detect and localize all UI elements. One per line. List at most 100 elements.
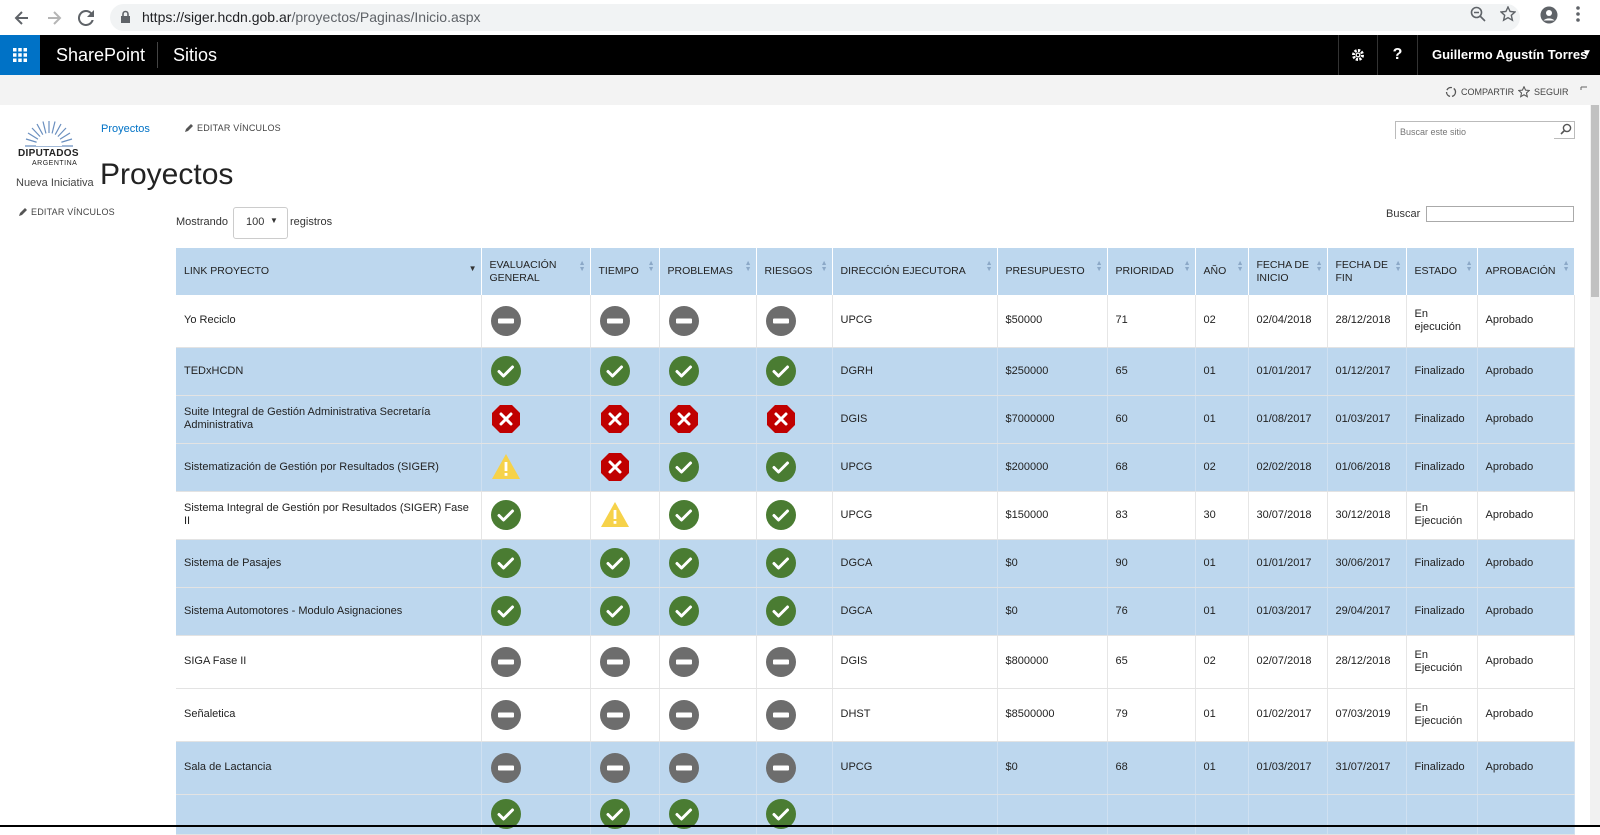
cell-estado: En ejecución bbox=[1406, 295, 1478, 348]
forward-icon[interactable] bbox=[42, 6, 66, 30]
cell-inicio: 01/02/2017 bbox=[1248, 688, 1328, 742]
cell-fin bbox=[1327, 794, 1407, 835]
project-link[interactable]: Sistema de Pasajes bbox=[176, 539, 482, 588]
cell-estado: Finalizado bbox=[1406, 587, 1478, 636]
table-search-input[interactable] bbox=[1426, 206, 1574, 222]
status-cell-tiempo bbox=[590, 295, 660, 348]
search-icon[interactable] bbox=[1560, 123, 1572, 135]
bookmark-star-icon[interactable] bbox=[1499, 5, 1517, 27]
table-row[interactable] bbox=[176, 794, 1575, 835]
cell-presupuesto: $0 bbox=[997, 539, 1108, 588]
project-link[interactable]: TEDxHCDN bbox=[176, 347, 482, 396]
site-search-input[interactable] bbox=[1396, 124, 1554, 140]
status-cell-riesgos bbox=[756, 347, 833, 396]
header-label: RIESGOS bbox=[764, 265, 813, 277]
user-name[interactable]: Guillermo Agustín Torres bbox=[1432, 47, 1587, 62]
quicklaunch-edit-links[interactable]: EDITAR VÍNCULOS bbox=[18, 207, 115, 217]
zoom-icon[interactable] bbox=[1470, 6, 1486, 27]
project-link[interactable]: SIGA Fase II bbox=[176, 635, 482, 689]
page-length-select[interactable]: 100 ▼ bbox=[233, 207, 288, 239]
project-link[interactable]: Sistematización de Gestión por Resultado… bbox=[176, 443, 482, 492]
table-row[interactable]: TEDxHCDN DGRH $250000 65 01 01/01/2017 01/12/2… bbox=[176, 347, 1575, 396]
project-link[interactable]: Yo Reciclo bbox=[176, 295, 482, 348]
scrollbar-thumb[interactable] bbox=[1591, 105, 1599, 297]
error-status-icon bbox=[600, 405, 629, 433]
page-title[interactable]: Proyectos bbox=[100, 158, 233, 192]
table-row[interactable]: Yo Reciclo UPCG $50000 71 02 02/04/2018 28/12/… bbox=[176, 295, 1575, 348]
status-cell-eval bbox=[481, 587, 591, 636]
projects-table-wrapper: LINK PROYECTO ▼ EVALUACIÓN GENERAL ▲ ▼ TIEM… bbox=[176, 248, 1575, 835]
col-fecha-inicio[interactable]: FECHA DE INICIO ▲ ▼ bbox=[1248, 248, 1328, 295]
project-link[interactable]: Sistema Automotores - Modulo Asignacione… bbox=[176, 587, 482, 636]
col-presupuesto[interactable]: PRESUPUESTO ▲ ▼ bbox=[997, 248, 1108, 295]
check-status-icon bbox=[765, 500, 796, 530]
project-link[interactable]: Sala de Lactancia bbox=[176, 741, 482, 795]
cell-anio: 02 bbox=[1195, 635, 1249, 689]
project-link[interactable]: Suite Integral de Gestión Administrativa… bbox=[176, 395, 482, 444]
col-riesgos[interactable]: RIESGOS ▲ ▼ bbox=[756, 248, 833, 295]
reload-icon[interactable] bbox=[74, 6, 98, 30]
table-row[interactable]: Sistematización de Gestión por Resultado… bbox=[176, 443, 1575, 492]
col-prioridad[interactable]: PRIORIDAD ▲ ▼ bbox=[1107, 248, 1196, 295]
cell-prioridad: 76 bbox=[1107, 587, 1196, 636]
header-label: AÑO bbox=[1203, 265, 1227, 277]
col-direccion-ejecutora[interactable]: DIRECCIÓN EJECUTORA ▲ ▼ bbox=[832, 248, 998, 295]
cell-presupuesto: $800000 bbox=[997, 635, 1108, 689]
cell-aprobacion: Aprobado bbox=[1477, 741, 1575, 795]
site-search-box[interactable] bbox=[1395, 121, 1575, 140]
cell-estado: Finalizado bbox=[1406, 741, 1478, 795]
settings-gear-icon[interactable] bbox=[1338, 35, 1377, 75]
col-link-proyecto[interactable]: LINK PROYECTO ▼ bbox=[176, 248, 482, 295]
check-status-icon bbox=[765, 356, 796, 386]
table-row[interactable]: Señaletica DHST $8500000 79 01 01/02/2017 07/0… bbox=[176, 688, 1575, 742]
topnav-proyectos-link[interactable]: Proyectos bbox=[101, 123, 150, 135]
chevron-down-icon[interactable]: ▼ bbox=[1582, 48, 1592, 59]
col-tiempo[interactable]: TIEMPO ▲ ▼ bbox=[590, 248, 660, 295]
sharepoint-brand[interactable]: SharePoint bbox=[56, 45, 145, 66]
cell-inicio bbox=[1248, 794, 1328, 835]
quicklaunch-nueva-iniciativa[interactable]: Nueva Iniciativa bbox=[16, 177, 94, 189]
table-row[interactable]: Sistema de Pasajes DGCA $0 90 01 01/01/2017 30… bbox=[176, 539, 1575, 588]
follow-button[interactable]: SEGUIR bbox=[1518, 86, 1569, 98]
topnav-edit-links[interactable]: EDITAR VÍNCULOS bbox=[184, 123, 281, 133]
back-icon[interactable] bbox=[10, 6, 34, 30]
sitios-link[interactable]: Sitios bbox=[173, 45, 217, 66]
project-link[interactable] bbox=[176, 794, 482, 835]
project-link[interactable]: Señaletica bbox=[176, 688, 482, 742]
col-problemas[interactable]: PROBLEMAS ▲ ▼ bbox=[659, 248, 757, 295]
col-anio[interactable]: AÑO ▲ ▼ bbox=[1195, 248, 1249, 295]
showing-label: Mostrando bbox=[176, 216, 228, 228]
star-icon bbox=[1518, 86, 1530, 98]
cell-anio: 01 bbox=[1195, 741, 1249, 795]
table-row[interactable]: Sistema Integral de Gestión por Resultad… bbox=[176, 491, 1575, 540]
help-button[interactable]: ? bbox=[1377, 35, 1417, 75]
cell-direccion: UPCG bbox=[832, 491, 998, 540]
vertical-scrollbar[interactable] bbox=[1590, 105, 1600, 827]
address-bar[interactable]: https://siger.hcdn.gob.ar/proyectos/Pagi… bbox=[110, 4, 1520, 31]
status-cell-riesgos bbox=[756, 794, 833, 835]
records-label: registros bbox=[290, 216, 333, 228]
account-icon[interactable] bbox=[1540, 6, 1558, 29]
col-fecha-fin[interactable]: FECHA DE FIN ▲ ▼ bbox=[1327, 248, 1407, 295]
sort-icon: ▲ ▼ bbox=[820, 260, 828, 273]
col-evaluacion-general[interactable]: EVALUACIÓN GENERAL ▲ ▼ bbox=[481, 248, 591, 295]
focus-content-icon[interactable] bbox=[1580, 86, 1588, 94]
more-menu-icon[interactable] bbox=[1576, 6, 1580, 27]
table-row[interactable]: Sala de Lactancia UPCG $0 68 01 01/03/2017 31/… bbox=[176, 741, 1575, 795]
share-button[interactable]: COMPARTIR bbox=[1445, 86, 1514, 98]
cell-prioridad bbox=[1107, 794, 1196, 835]
col-estado[interactable]: ESTADO ▲ ▼ bbox=[1406, 248, 1478, 295]
not-started-status-icon bbox=[668, 305, 699, 336]
pencil-icon bbox=[19, 207, 27, 216]
app-launcher-icon[interactable] bbox=[0, 35, 40, 75]
cell-direccion: DGCA bbox=[832, 539, 998, 588]
table-row[interactable]: Suite Integral de Gestión Administrativa… bbox=[176, 395, 1575, 444]
cell-direccion: UPCG bbox=[832, 295, 998, 348]
check-status-icon bbox=[668, 356, 699, 386]
cell-anio: 30 bbox=[1195, 491, 1249, 540]
project-link[interactable]: Sistema Integral de Gestión por Resultad… bbox=[176, 491, 482, 540]
table-row[interactable]: Sistema Automotores - Modulo Asignacione… bbox=[176, 587, 1575, 636]
col-aprobacion[interactable]: APROBACIÓN ▲ ▼ bbox=[1477, 248, 1575, 295]
table-row[interactable]: SIGA Fase II DGIS $800000 65 02 02/07/2018 28/… bbox=[176, 635, 1575, 689]
cell-fin: 30/12/2018 bbox=[1327, 491, 1407, 540]
